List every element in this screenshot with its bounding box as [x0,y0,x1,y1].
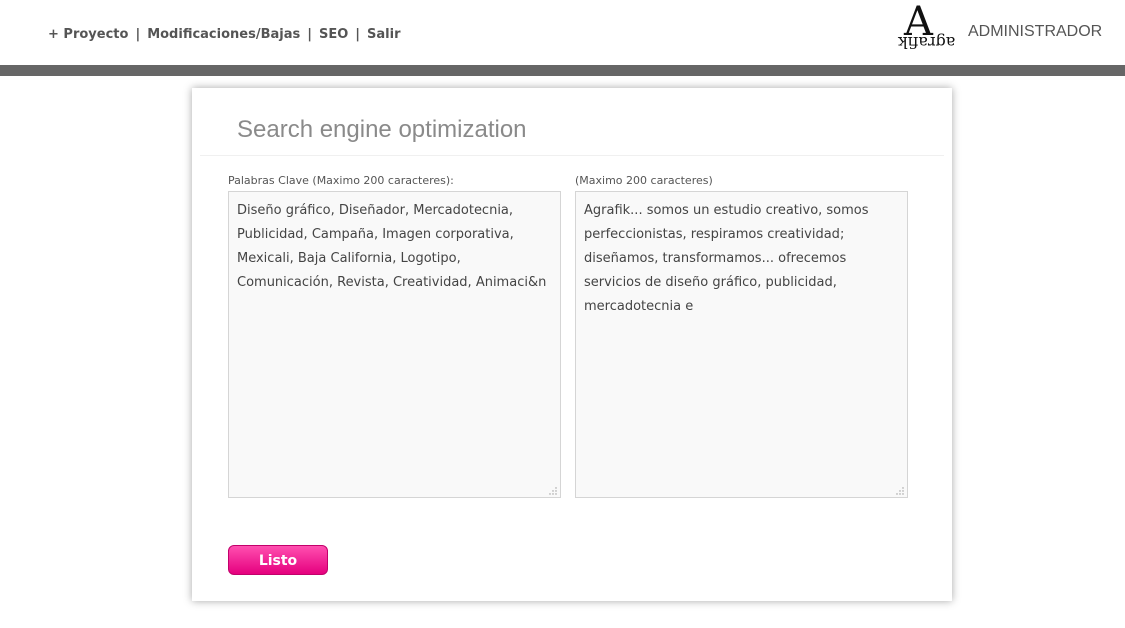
brand-logo: A agrafik [896,0,956,58]
description-textarea[interactable]: Agrafik... somos un estudio creativo, so… [575,191,908,498]
keywords-label: Palabras Clave (Maximo 200 caracteres): [228,174,454,187]
nav-separator: | [355,27,361,42]
title-divider [200,155,944,156]
nav-item-modificaciones-bajas[interactable]: Modificaciones/Bajas [147,27,300,42]
main-nav: + Proyecto | Modificaciones/Bajas | SEO | Sali… [48,27,401,42]
nav-item-nuevo-proyecto[interactable]: + Proyecto [48,27,128,42]
nav-item-salir[interactable]: Salir [367,27,400,42]
nav-separator: | [307,27,312,42]
admin-label: ADMINISTRADOR [968,23,1103,40]
logo-word: agrafik [898,33,956,52]
header-divider [0,65,1125,76]
description-label: (Maximo 200 caracteres) [575,174,713,187]
nav-separator: | [135,27,141,42]
top-bar: + Proyecto | Modificaciones/Bajas | SEO | Sali… [0,0,1125,65]
resize-grip-icon[interactable] [896,487,904,495]
resize-grip-icon[interactable] [549,487,557,495]
keywords-textarea[interactable]: Diseño gráfico, Diseñador, Mercadotecnia… [228,191,561,498]
seo-panel: Search engine optimization Palabras Clav… [192,88,952,601]
nav-item-seo[interactable]: SEO [319,27,348,42]
submit-button[interactable]: Listo [228,545,328,575]
page-title: Search engine optimization [237,116,527,143]
